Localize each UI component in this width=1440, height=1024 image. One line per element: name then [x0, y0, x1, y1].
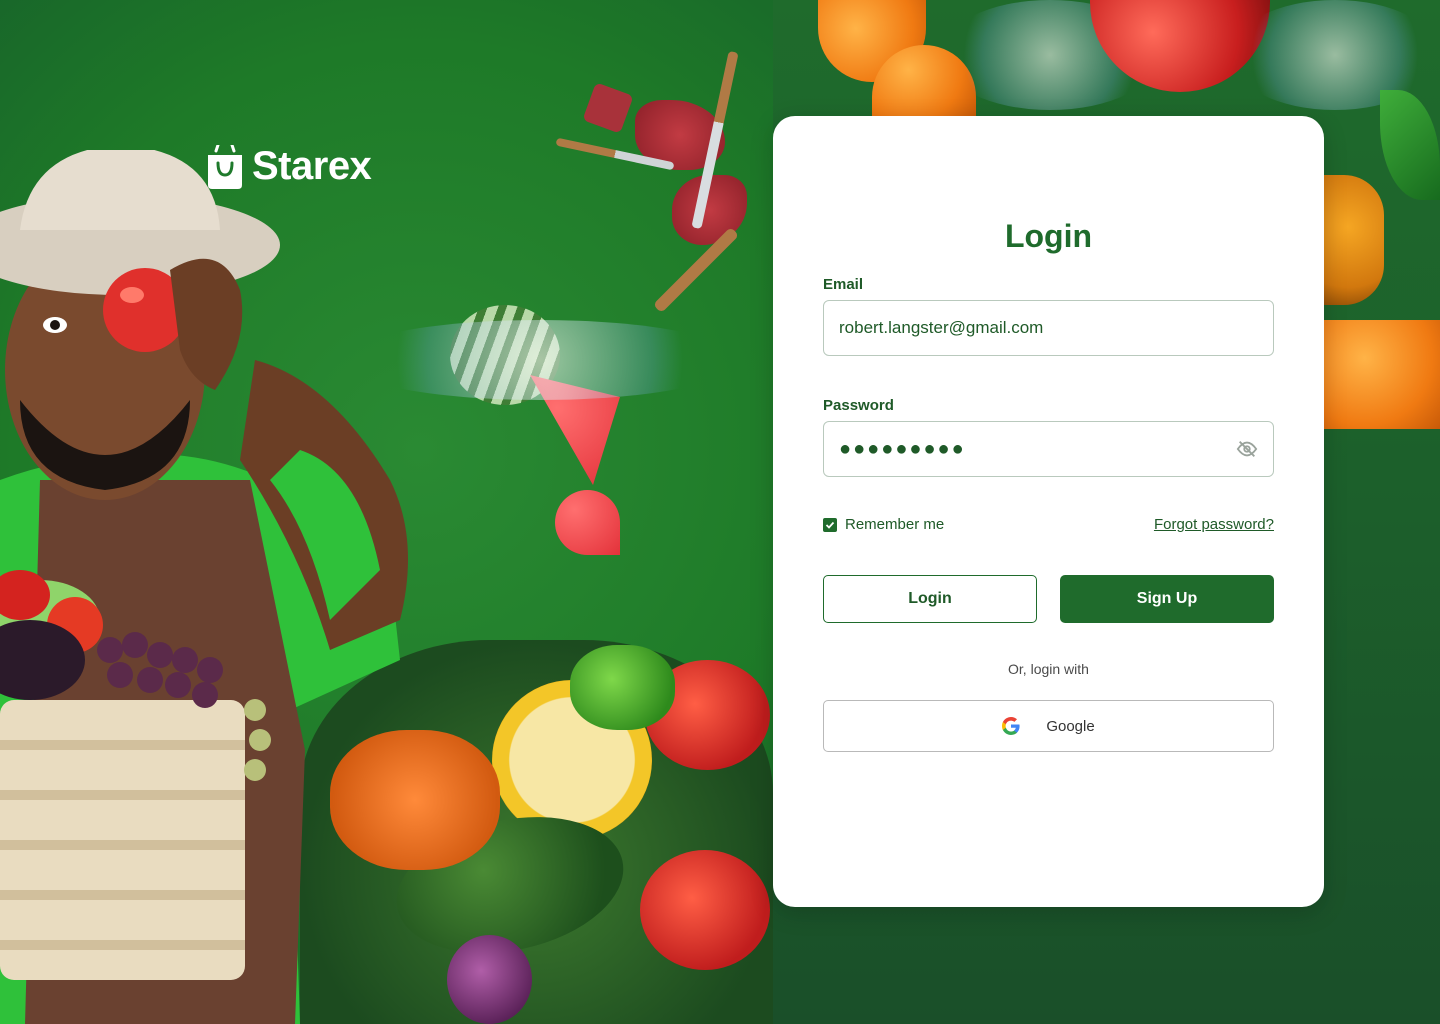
eye-off-icon[interactable] [1236, 438, 1258, 460]
shopping-bag-icon [208, 144, 242, 189]
sign-up-button[interactable]: Sign Up [1060, 575, 1274, 623]
watermelon-slice-decoration-2 [555, 490, 620, 555]
password-value: ●●●●●●●●● [839, 437, 966, 460]
email-field[interactable] [839, 318, 1258, 338]
remember-me-checkbox[interactable]: Remember me [823, 516, 944, 533]
login-card: Login Email Password ●●●●●●●●● Remember … [773, 116, 1324, 907]
tomato-cluster-decoration-2 [640, 850, 770, 970]
login-button[interactable]: Login [823, 575, 1037, 623]
remember-me-label: Remember me [845, 516, 945, 533]
checkbox-checked-icon[interactable] [823, 517, 837, 532]
login-title: Login [1004, 218, 1093, 254]
grapefruit-decoration [1324, 320, 1440, 429]
google-icon [1002, 717, 1020, 735]
login-with-divider: Or, login with [1008, 661, 1089, 677]
password-field[interactable]: ●●●●●●●●● [823, 421, 1274, 477]
forgot-password-link[interactable]: Forgot password? [1154, 516, 1274, 533]
google-button-label: Google [1046, 717, 1095, 735]
brand-logo[interactable]: Starex [206, 144, 372, 189]
green-pepper-decoration [570, 645, 675, 730]
email-field-container [823, 300, 1274, 356]
password-label: Password [823, 397, 894, 414]
onion-decoration [447, 935, 532, 1024]
brand-name: Starex [252, 144, 372, 188]
email-label: Email [823, 276, 864, 293]
google-login-button[interactable]: Google [823, 700, 1274, 752]
options-row: Remember me Forgot password? [823, 516, 1274, 533]
pineapple-decoration [1324, 175, 1384, 305]
farmer-illustration [0, 150, 408, 1024]
